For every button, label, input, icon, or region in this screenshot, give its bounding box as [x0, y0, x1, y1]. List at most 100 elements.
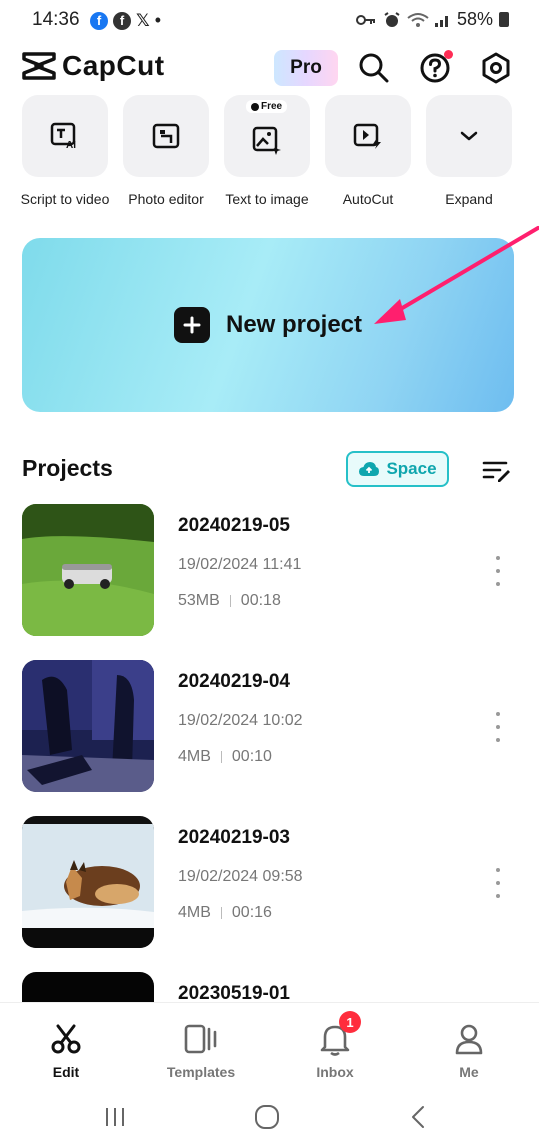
- project-date: 19/02/2024 10:02: [178, 712, 303, 729]
- project-item[interactable]: 20240219-03 19/02/2024 09:58 4MB 00:16: [22, 816, 517, 950]
- script-to-video-icon: AI: [50, 122, 76, 150]
- clock-icon: [251, 102, 259, 111]
- free-badge-label: Free: [261, 101, 283, 112]
- tool-label: Expand: [445, 191, 493, 207]
- project-meta: 53MB 00:18: [178, 592, 281, 610]
- tool-tile[interactable]: Free: [224, 95, 310, 177]
- text-to-image-icon: [252, 126, 281, 155]
- more-options-icon[interactable]: [492, 868, 504, 898]
- back-icon[interactable]: [408, 1104, 428, 1130]
- space-button[interactable]: Space: [346, 451, 449, 487]
- tool-expand[interactable]: Expand: [426, 95, 512, 207]
- nav-edit-label: Edit: [52, 1064, 80, 1080]
- wifi-icon: [407, 12, 429, 27]
- messenger-icon: f: [113, 11, 131, 30]
- signal-icon: [434, 15, 448, 27]
- project-item[interactable]: 20240219-05 19/02/2024 11:41 53MB 00:18: [22, 504, 517, 638]
- project-duration: 00:10: [231, 748, 272, 765]
- project-item[interactable]: 20240219-04 19/02/2024 10:02 4MB 00:10: [22, 660, 517, 794]
- free-badge: Free: [246, 100, 288, 113]
- x-icon: 𝕏: [136, 10, 150, 30]
- alarm-icon: [384, 11, 400, 27]
- more-options-icon[interactable]: [492, 556, 504, 586]
- system-navigation-bar: [0, 1088, 539, 1146]
- chevron-down-icon: [460, 131, 478, 141]
- tool-script-to-video[interactable]: AI Script to video: [21, 95, 109, 207]
- tool-tile[interactable]: [426, 95, 512, 177]
- status-time: 14:36: [32, 9, 80, 30]
- vpn-key-icon: [355, 14, 375, 25]
- project-duration: 00:18: [240, 592, 281, 609]
- battery-icon: [499, 12, 509, 27]
- manage-list-icon[interactable]: [482, 455, 512, 485]
- tool-label: Script to video: [20, 191, 110, 207]
- more-notifications-dot-icon: •: [154, 10, 162, 30]
- project-name: 20240219-03: [178, 827, 290, 848]
- capcut-logo-icon: [22, 52, 56, 80]
- svg-text:AI: AI: [66, 140, 76, 150]
- nav-edit[interactable]: Edit: [16, 1021, 116, 1080]
- project-date: 19/02/2024 11:41: [178, 556, 302, 573]
- tool-label: Text to image: [225, 191, 309, 207]
- project-size: 4MB: [178, 904, 211, 921]
- project-size: 53MB: [178, 592, 220, 609]
- autocut-icon: [353, 123, 381, 149]
- scissors-icon: [16, 1021, 116, 1057]
- project-item[interactable]: 20230519-01: [22, 972, 517, 1002]
- project-thumbnail[interactable]: [22, 504, 154, 636]
- status-system-icons: 58%: [355, 9, 509, 30]
- templates-icon: [151, 1021, 251, 1057]
- nav-templates[interactable]: Templates: [151, 1021, 251, 1080]
- tool-photo-editor[interactable]: Photo editor: [123, 95, 209, 207]
- app-header: CapCut Pro: [0, 44, 539, 92]
- settings-icon[interactable]: [478, 50, 514, 86]
- project-thumbnail[interactable]: [22, 972, 154, 1002]
- cloud-icon: [359, 462, 380, 476]
- bottom-navigation: Edit Templates 1 Inbox Me: [0, 1002, 539, 1088]
- meta-divider: [220, 907, 222, 919]
- annotation-arrow-icon: [374, 226, 539, 324]
- app-name: CapCut: [62, 50, 165, 81]
- meta-divider: [229, 595, 231, 607]
- nav-inbox[interactable]: 1 Inbox: [285, 1011, 385, 1080]
- pro-button[interactable]: Pro: [274, 50, 338, 86]
- plus-icon: [173, 307, 210, 343]
- project-thumbnail[interactable]: [22, 816, 154, 948]
- nav-inbox-label: Inbox: [316, 1064, 354, 1080]
- project-name: 20240219-05: [178, 515, 290, 536]
- bell-icon: 1: [285, 1011, 385, 1057]
- project-duration: 00:16: [231, 904, 272, 921]
- capcut-logo: CapCut: [22, 50, 165, 82]
- project-meta: 4MB 00:16: [178, 904, 272, 922]
- tools-row: AI Script to video Photo editor Free Tex…: [21, 95, 522, 215]
- facebook-icon: f: [90, 11, 108, 30]
- status-notification-icons: f f 𝕏 •: [90, 10, 161, 31]
- photo-editor-icon: [152, 123, 180, 149]
- tool-tile[interactable]: [123, 95, 209, 177]
- projects-title: Projects: [22, 455, 113, 481]
- status-bar: 14:36 f f 𝕏 • 58%: [0, 0, 539, 40]
- tool-tile[interactable]: [325, 95, 411, 177]
- project-name: 20230519-01: [178, 983, 290, 1002]
- tool-label: Photo editor: [128, 191, 204, 207]
- person-icon: [419, 1021, 519, 1057]
- recent-apps-icon[interactable]: [102, 1104, 128, 1130]
- tool-tile[interactable]: AI: [22, 95, 108, 177]
- nav-me[interactable]: Me: [419, 1021, 519, 1080]
- tool-autocut[interactable]: AutoCut: [325, 95, 411, 207]
- search-icon[interactable]: [356, 50, 392, 86]
- project-meta: 4MB 00:10: [178, 748, 272, 766]
- project-thumbnail[interactable]: [22, 660, 154, 792]
- tool-label: AutoCut: [342, 191, 394, 207]
- battery-percent: 58%: [456, 9, 493, 29]
- more-options-icon[interactable]: [492, 712, 504, 742]
- project-date: 19/02/2024 09:58: [178, 868, 303, 885]
- inbox-badge: 1: [339, 1011, 361, 1033]
- home-icon[interactable]: [253, 1104, 281, 1130]
- nav-me-label: Me: [459, 1064, 479, 1080]
- meta-divider: [220, 751, 222, 763]
- help-icon[interactable]: [417, 50, 453, 86]
- space-label: Space: [386, 459, 437, 478]
- tool-text-to-image[interactable]: Free Text to image: [224, 95, 310, 207]
- help-notification-dot: [444, 50, 453, 59]
